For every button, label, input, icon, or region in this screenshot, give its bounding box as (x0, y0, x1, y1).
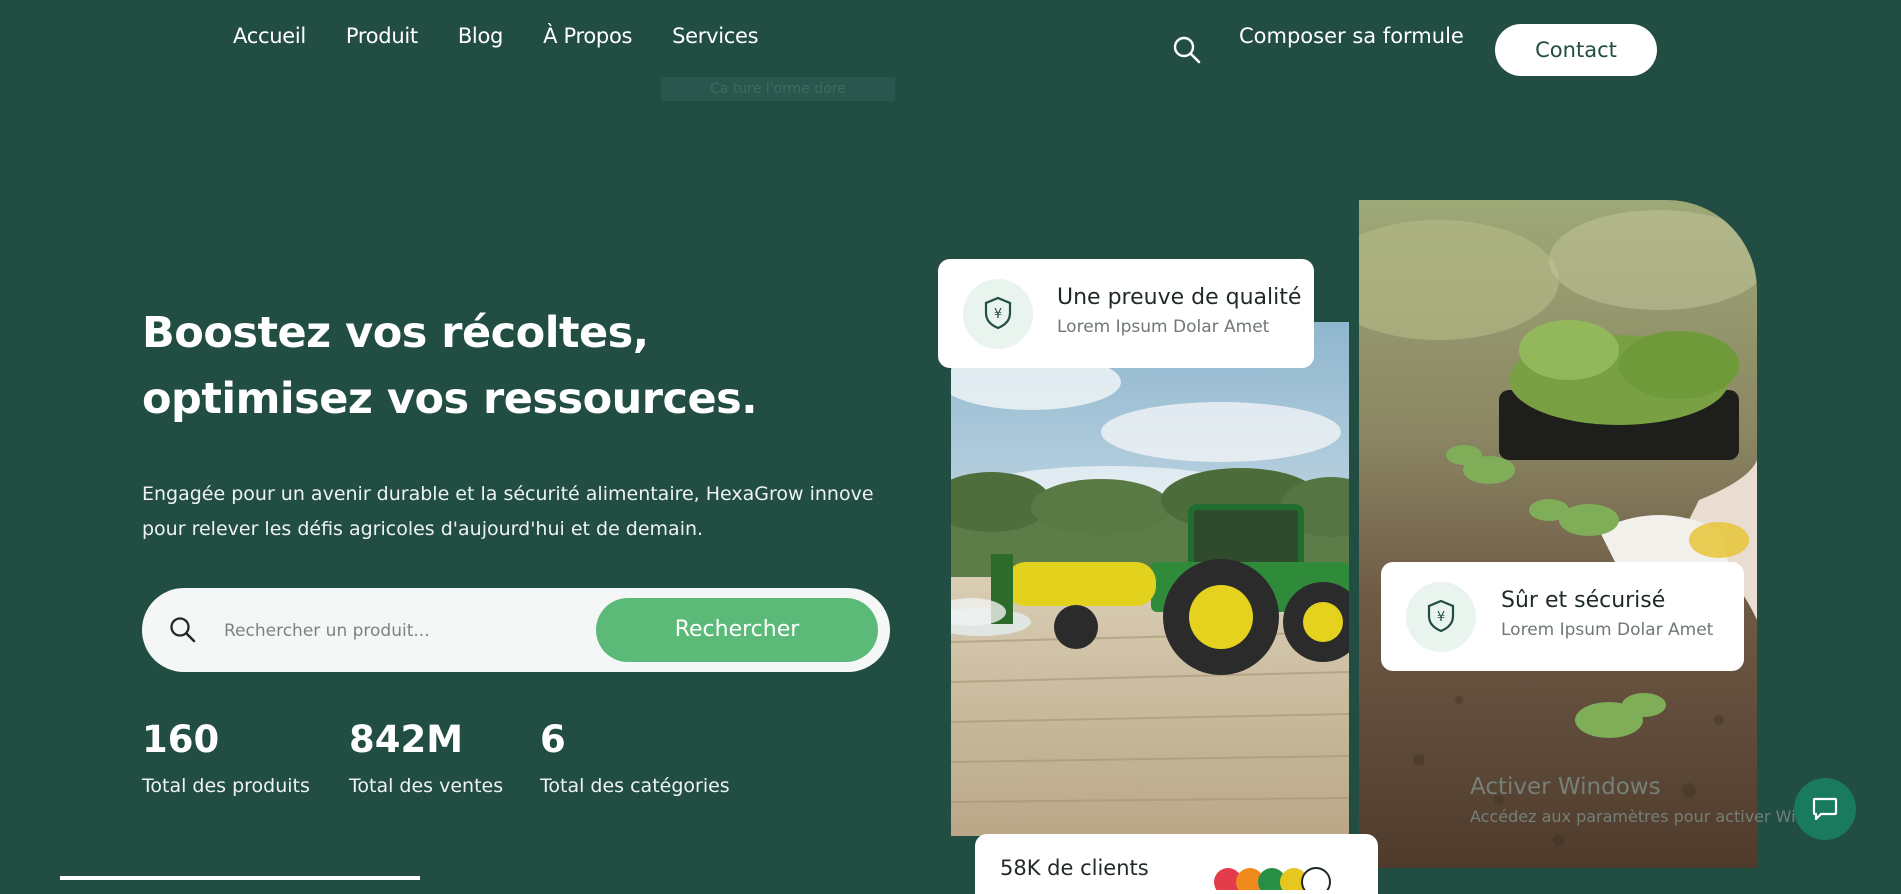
stat-label: Total des catégories (540, 775, 730, 797)
stat-label: Total des ventes (349, 775, 504, 797)
quality-badge: ¥ (963, 279, 1033, 349)
shield-yen-icon: ¥ (1427, 599, 1455, 633)
stat-value: 842M (349, 718, 464, 761)
quality-card-subtitle: Lorem Ipsum Dolar Amet (1057, 317, 1270, 337)
nav-item-services[interactable]: Services (672, 24, 758, 48)
secure-card: ¥ Sûr et sécurisé Lorem Ipsum Dolar Amet (1381, 562, 1744, 671)
quality-card-title: Une preuve de qualité (1057, 285, 1302, 310)
contact-button[interactable]: Contact (1495, 24, 1657, 76)
scroll-indicator (60, 876, 420, 880)
stat-categories: 6 Total des catégories (540, 715, 730, 797)
secure-card-title: Sûr et sécurisé (1501, 588, 1666, 613)
product-search-input[interactable] (222, 610, 606, 652)
hero-title: Boostez vos récoltes, optimisez vos ress… (142, 308, 758, 424)
compose-formula-link[interactable]: Composer sa formule (1239, 24, 1464, 48)
clients-card: 58K de clients (975, 834, 1378, 894)
nav-item-blog[interactable]: Blog (458, 24, 504, 48)
hero-description: Engagée pour un avenir durable et la séc… (142, 483, 874, 540)
stat-value: 160 (142, 718, 220, 761)
nav-item-a-propos[interactable]: À Propos (543, 24, 632, 48)
secure-badge: ¥ (1406, 582, 1476, 652)
chat-button[interactable] (1794, 778, 1856, 840)
search-button[interactable]: Rechercher (596, 598, 878, 662)
nav-item-produit[interactable]: Produit (346, 24, 418, 48)
svg-text:¥: ¥ (994, 307, 1002, 322)
quality-card: ¥ Une preuve de qualité Lorem Ipsum Dola… (938, 259, 1314, 368)
seedling-planting-image (1359, 200, 1757, 868)
stat-value: 6 (540, 718, 566, 761)
windows-activation-title: Activer Windows (1470, 774, 1661, 800)
product-search-bar: Rechercher (142, 588, 890, 672)
secure-card-subtitle: Lorem Ipsum Dolar Amet (1501, 620, 1714, 640)
client-avatars (1214, 867, 1331, 890)
main-nav: Accueil Produit Blog À Propos Services (233, 24, 759, 48)
stat-products: 160 Total des produits (142, 715, 310, 797)
clients-count: 58K de clients (1000, 856, 1149, 880)
shield-yen-icon: ¥ (984, 296, 1012, 330)
nav-tooltip: Ca ture l'orme dore (661, 77, 895, 101)
chat-icon (1812, 797, 1838, 821)
svg-text:¥: ¥ (1437, 610, 1445, 625)
tractor-field-image (951, 322, 1349, 836)
search-icon (170, 617, 196, 643)
search-icon[interactable] (1172, 35, 1202, 65)
stat-label: Total des produits (142, 775, 310, 797)
nav-item-accueil[interactable]: Accueil (233, 24, 306, 48)
stat-sales: 842M Total des ventes (349, 715, 503, 797)
